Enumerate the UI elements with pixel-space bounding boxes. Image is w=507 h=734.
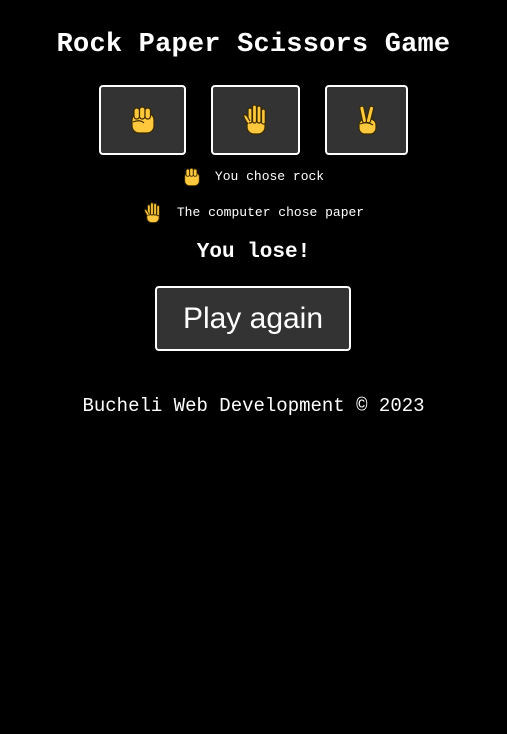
user-choice-text: You chose rock [214,169,325,184]
victory-hand-icon [355,104,379,136]
raised-hand-icon [242,104,270,136]
computer-choice-text: The computer chose paper [176,205,365,220]
raised-fist-icon [183,167,201,187]
raised-hand-icon [143,202,163,224]
scissors-button[interactable] [325,85,408,155]
computer-choice-result: The computer chose paper [0,202,507,224]
game-title: Rock Paper Scissors Game [56,30,451,60]
play-again-button[interactable]: Play again [155,286,351,351]
choice-buttons [0,85,507,155]
footer-credit: Bucheli Web Development © 2023 [82,395,425,417]
paper-button[interactable] [211,85,300,155]
rock-button[interactable] [99,85,186,155]
game-outcome: You lose! [196,241,311,264]
raised-fist-icon [130,105,156,135]
user-choice-result: You chose rock [0,167,507,187]
